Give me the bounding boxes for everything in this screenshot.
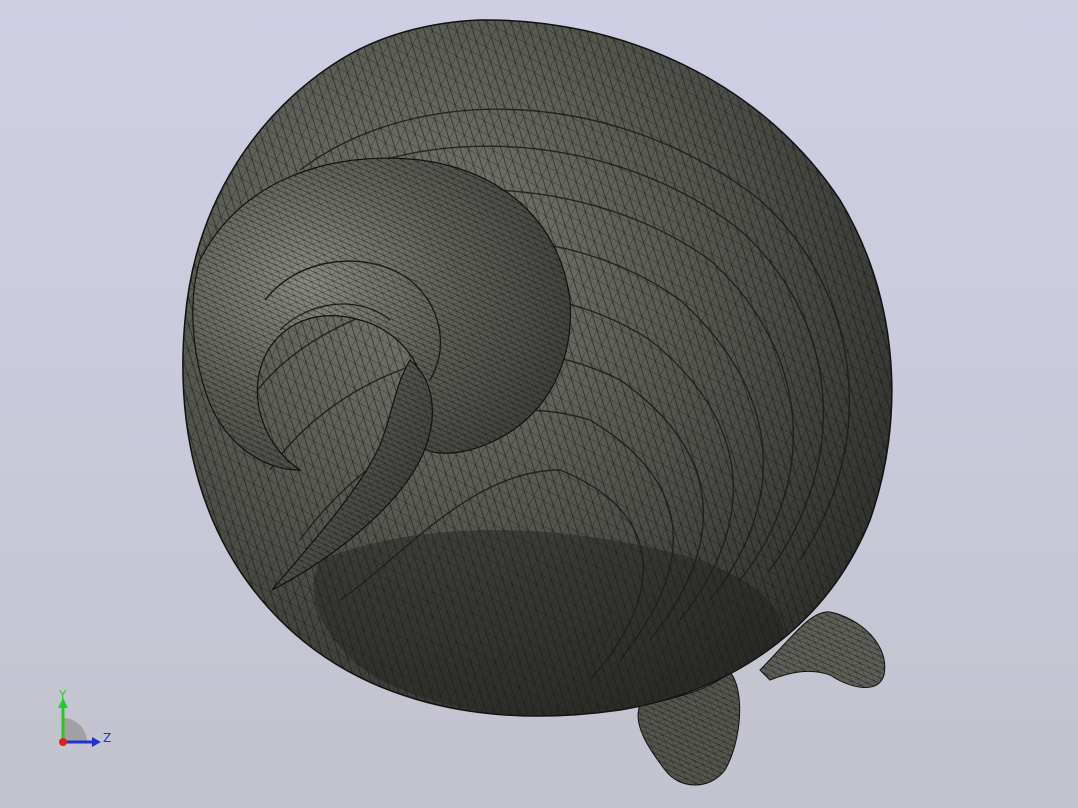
axis-triad: Y Z <box>40 680 130 760</box>
3d-viewport[interactable]: Y Z <box>0 0 1078 808</box>
y-axis-label: Y <box>59 688 67 702</box>
mesh-model[interactable] <box>0 0 1078 808</box>
z-axis-label: Z <box>103 731 112 745</box>
triad-arrows <box>58 698 101 747</box>
